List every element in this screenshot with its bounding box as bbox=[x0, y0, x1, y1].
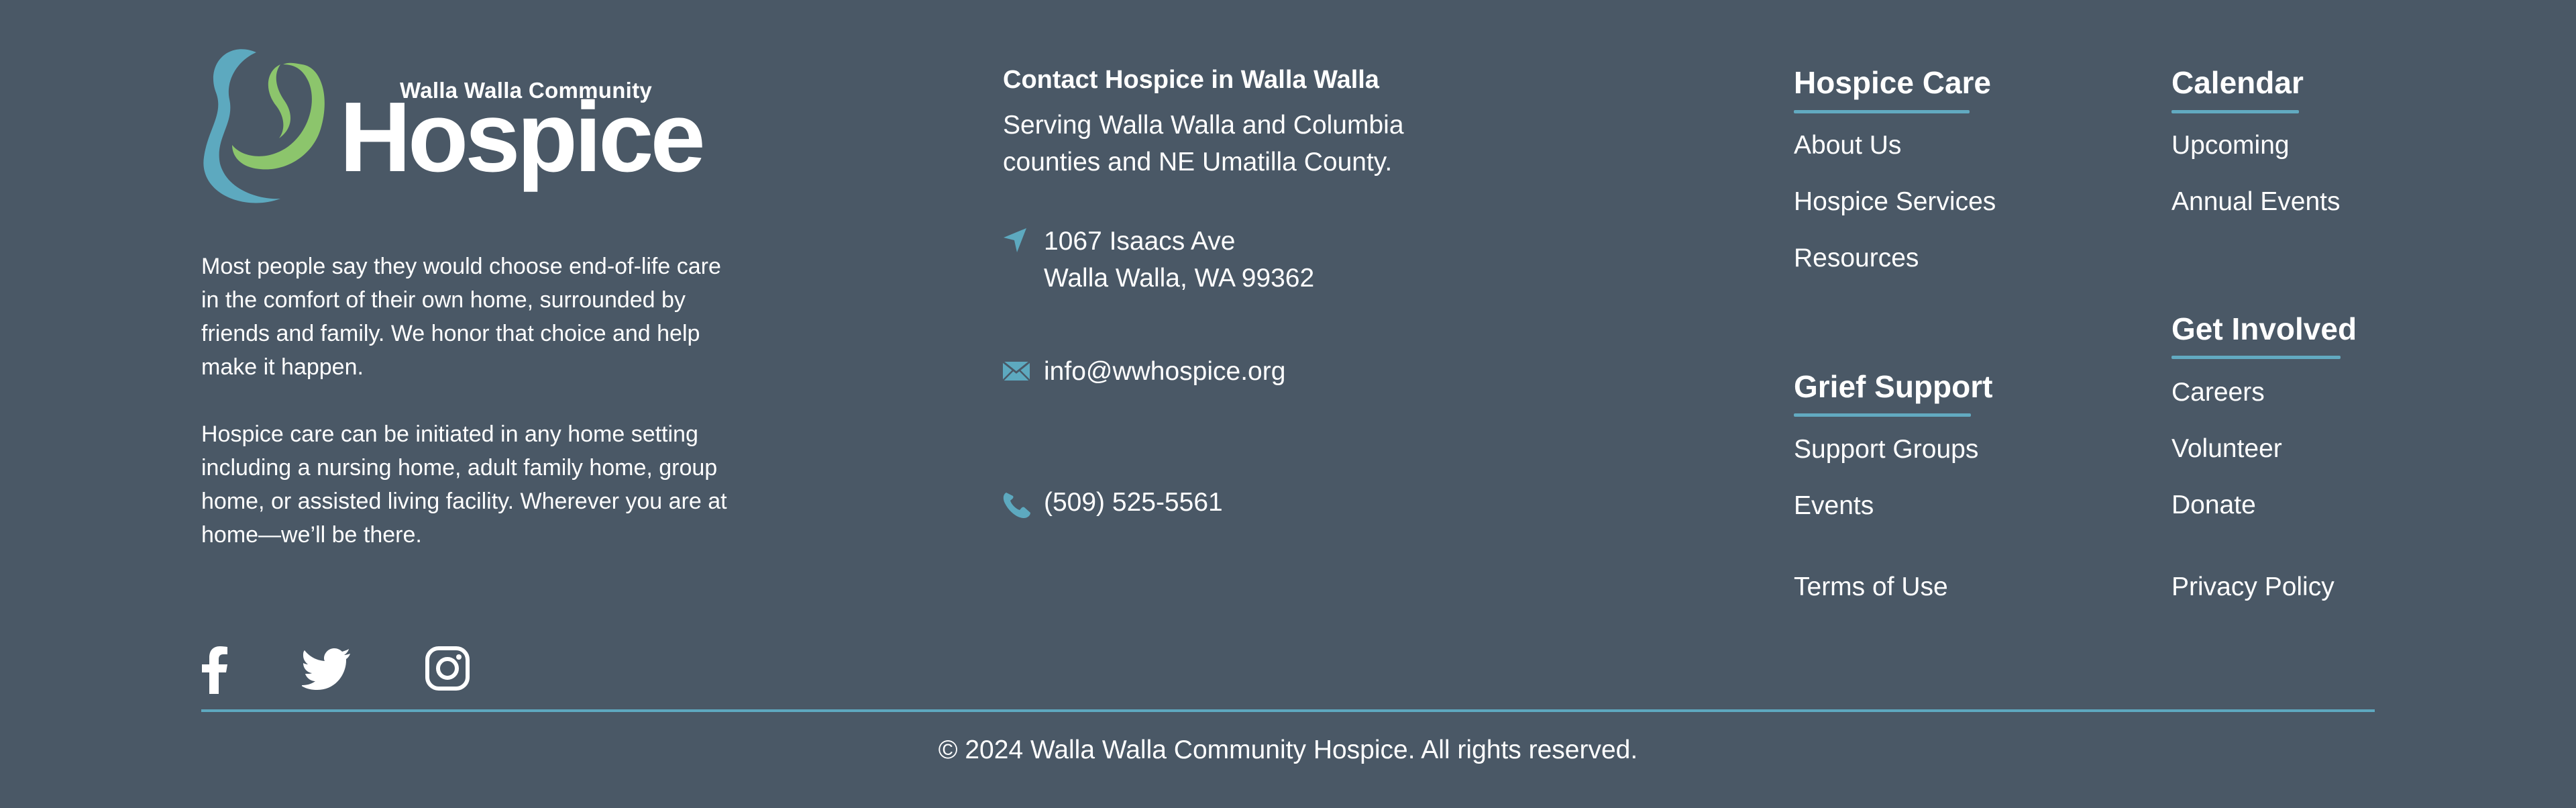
service-area-line-2: counties and NE Umatilla County. bbox=[1003, 148, 1393, 176]
service-area-line-1: Serving Walla Walla and Columbia bbox=[1003, 111, 1404, 140]
envelope-icon bbox=[1002, 359, 1031, 389]
about-paragraph-2: Hospice care can be initiated in any hom… bbox=[201, 421, 727, 548]
nav-link-resources[interactable]: Resources bbox=[1794, 244, 1919, 273]
twitter-icon[interactable] bbox=[301, 648, 352, 697]
location-arrow-icon bbox=[1001, 225, 1030, 255]
nav-link-events[interactable]: Events bbox=[1794, 491, 1874, 521]
logo-wordmark: Hospice bbox=[339, 82, 706, 193]
get-involved-underline bbox=[2171, 356, 2341, 359]
about-paragraph-1: Most people say they would choose end-of… bbox=[201, 254, 721, 380]
get-involved-heading[interactable]: Get Involved bbox=[2171, 311, 2357, 347]
copyright-text: © 2024 Walla Walla Community Hospice. Al… bbox=[938, 736, 1638, 764]
phone-link[interactable]: (509) 525-5561 bbox=[1044, 484, 1223, 521]
nav-link-support-groups[interactable]: Support Groups bbox=[1794, 435, 1978, 464]
footer-divider bbox=[201, 709, 2375, 712]
nav-link-donate[interactable]: Donate bbox=[2171, 491, 2256, 520]
address-line-2: Walla Walla, WA 99362 bbox=[1044, 264, 1315, 293]
facebook-icon[interactable] bbox=[201, 646, 228, 694]
contact-title: Contact Hospice in Walla Walla bbox=[1003, 66, 1379, 94]
phone-icon bbox=[1002, 490, 1032, 519]
nav-link-careers[interactable]: Careers bbox=[2171, 378, 2265, 407]
grief-support-underline bbox=[1794, 413, 1971, 417]
hospice-logo-mark-icon bbox=[203, 49, 325, 203]
privacy-policy-link[interactable]: Privacy Policy bbox=[2171, 572, 2334, 602]
hospice-care-underline bbox=[1794, 110, 1970, 113]
nav-link-annual-events[interactable]: Annual Events bbox=[2171, 187, 2341, 217]
nav-link-upcoming[interactable]: Upcoming bbox=[2171, 131, 2290, 160]
calendar-underline bbox=[2171, 110, 2299, 113]
hospice-care-heading[interactable]: Hospice Care bbox=[1794, 64, 1991, 101]
email-link[interactable]: info@wwhospice.org bbox=[1044, 353, 1285, 390]
instagram-icon[interactable] bbox=[425, 646, 470, 694]
site-logo[interactable]: Walla Walla Community Hospice bbox=[201, 44, 706, 212]
grief-support-heading[interactable]: Grief Support bbox=[1794, 368, 1992, 405]
nav-link-about-us[interactable]: About Us bbox=[1794, 131, 1901, 160]
calendar-heading[interactable]: Calendar bbox=[2171, 64, 2304, 101]
address-line-1: 1067 Isaacs Ave bbox=[1044, 227, 1236, 256]
nav-link-hospice-services[interactable]: Hospice Services bbox=[1794, 187, 1996, 217]
terms-of-use-link[interactable]: Terms of Use bbox=[1794, 572, 1948, 602]
nav-link-volunteer[interactable]: Volunteer bbox=[2171, 434, 2282, 464]
